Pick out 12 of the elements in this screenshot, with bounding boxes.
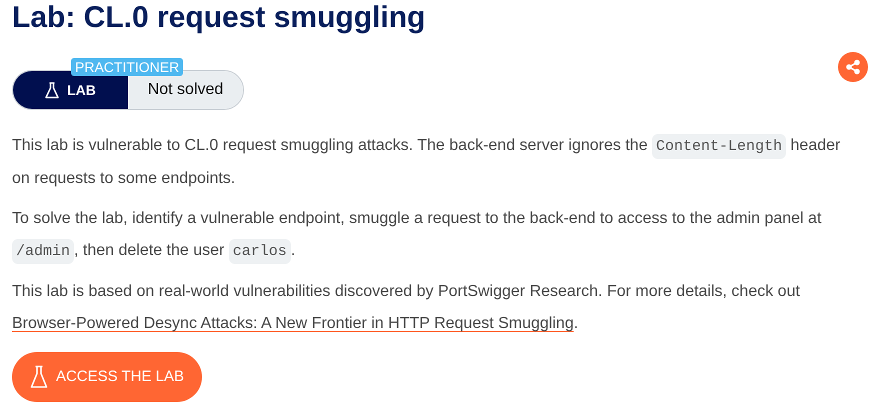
share-icon — [845, 59, 861, 75]
description-paragraph: This lab is based on real-world vulnerabilities discovered by PortSwigger Research. For more details, check out Browser-Powered Desync Attacks: A New Frontier in HTTP Request Smuggling. — [12, 282, 801, 334]
lab-tag: LAB — [13, 71, 128, 109]
flask-icon — [45, 82, 60, 98]
share-button[interactable] — [838, 52, 868, 82]
level-badge: PRACTITIONER — [71, 58, 184, 76]
description-paragraph: To solve the lab, identify a vulnerable endpoint, smuggle a request to the back-end to access to the admin panel at /admin , then delete the user carlos . — [12, 203, 860, 268]
description-paragraph: This lab is vulnerable to CL.0 request smuggling attacks. The back-end server ignores the Content-Length header on requests to some endpoints. — [12, 130, 860, 195]
status-label: Not solved — [128, 71, 243, 109]
page-title: Lab: CL.0 request smuggling — [12, 0, 426, 36]
flask-icon — [30, 365, 48, 389]
article-link[interactable]: Browser-Powered Desync Attacks: A New Frontier in HTTP Request Smuggling — [12, 315, 574, 332]
